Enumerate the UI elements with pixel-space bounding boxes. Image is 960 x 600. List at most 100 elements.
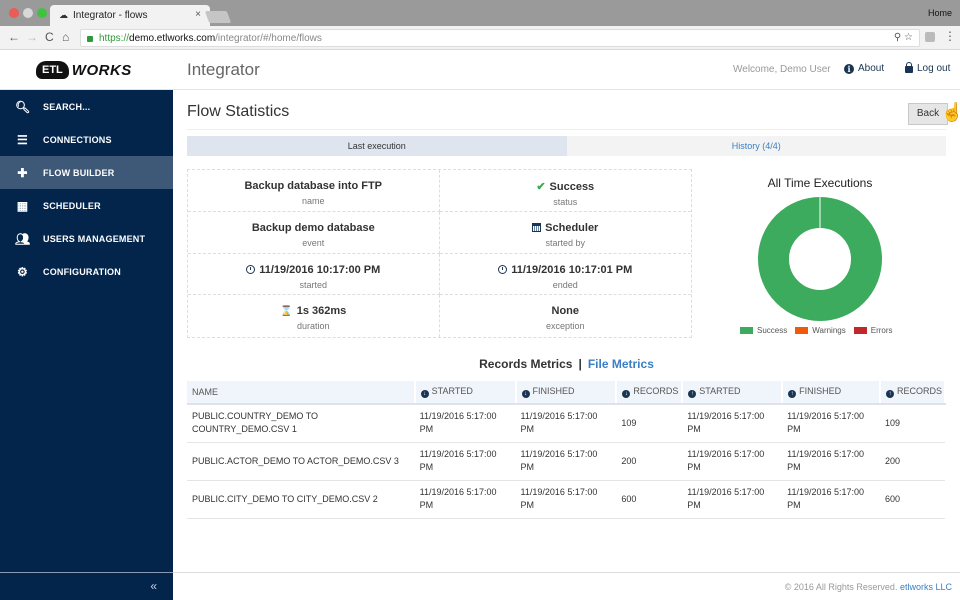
logo-mark: ETL [36,61,69,79]
stat-value: 11/19/2016 10:17:01 PM [511,264,632,276]
profile-label[interactable]: Home [928,8,952,18]
page-title: Flow Statistics [187,103,289,121]
stat-value: None [552,305,580,317]
close-window-button[interactable] [9,8,19,18]
table-cell: PUBLIC.CITY_DEMO TO CITY_DEMO.CSV 2 [187,480,415,518]
arrow-down-circle-icon: ↓ [622,390,630,398]
stat-value: Scheduler [545,222,598,234]
column-header-started[interactable]: ↓STARTED [415,381,516,404]
column-header-records[interactable]: ↓RECORDS [616,381,682,404]
stat-label: started [188,280,439,290]
chart-title: All Time Executions [700,176,940,190]
etlworks-logo[interactable]: ETL WORKS [36,59,132,81]
calendar-icon [532,223,541,232]
column-header-started[interactable]: ↑STARTED [682,381,782,404]
table-row[interactable]: PUBLIC.CITY_DEMO TO CITY_DEMO.CSV 211/19… [187,480,945,518]
arrow-up-circle-icon: ↑ [788,390,796,398]
stat-value: 1s 362ms [297,305,347,317]
bookmark-star-icon[interactable]: ⚲ ☆ [894,32,913,43]
tab-last-execution[interactable]: Last execution [187,136,567,156]
sidebar-item-flow-builder[interactable]: ✚ FLOW BUILDER [0,156,173,189]
collapse-sidebar-icon[interactable]: « [150,579,157,593]
legend-item-errors[interactable]: Errors [854,326,893,335]
address-bar[interactable]: https:// demo.etlworks.com /integrator/#… [80,29,920,47]
about-link[interactable]: i About [844,63,884,74]
table-cell: 11/19/2016 5:17:00 PM [415,480,516,518]
sidebar-item-label: SCHEDULER [43,201,101,211]
logout-link[interactable]: Log out [905,63,950,74]
column-header-records[interactable]: ↑RECORDS [880,381,945,404]
legend-label: Errors [871,326,893,335]
executions-donut-chart [757,196,883,322]
back-arrow-icon[interactable]: ← [8,30,20,44]
legend-item-success[interactable]: Success [740,326,787,335]
minimize-window-button[interactable] [23,8,33,18]
column-header-finished[interactable]: ↑FINISHED [782,381,880,404]
stat-exception: None exception [440,295,692,337]
table-cell: 11/19/2016 5:17:00 PM [782,404,880,442]
copyright-text: © 2016 All Rights Reserved. [785,582,898,592]
extension-icon[interactable] [925,32,935,42]
tab-close-icon[interactable]: × [195,9,201,20]
sidebar-item-label: CONFIGURATION [43,267,121,277]
tab-history[interactable]: History (4/4) [567,136,947,156]
table-cell: 200 [880,442,945,480]
browser-tab[interactable]: ☁ Integrator - flows × [50,5,210,26]
table-row[interactable]: PUBLIC.COUNTRY_DEMO TO COUNTRY_DEMO.CSV … [187,404,945,442]
file-metrics-tab[interactable]: File Metrics [588,357,654,371]
stat-started-by: Scheduler started by [440,212,692,254]
arrow-up-circle-icon: ↑ [688,390,696,398]
about-label: About [858,63,884,74]
table-row[interactable]: PUBLIC.ACTOR_DEMO TO ACTOR_DEMO.CSV 311/… [187,442,945,480]
sidebar-item-users-management[interactable]: 👥︎ USERS MANAGEMENT [0,222,173,255]
table-cell: 11/19/2016 5:17:00 PM [415,404,516,442]
arrow-up-circle-icon: ↑ [886,390,894,398]
browser-toolbar: ← → C ⌂ https:// demo.etlworks.com /inte… [0,26,960,50]
browser-tab-bar: ☁ Integrator - flows × Home [0,0,960,26]
stat-value: Backup database into FTP [244,180,382,192]
table-cell: 600 [880,480,945,518]
browser-menu-icon[interactable]: ⋮ [944,29,956,43]
stat-label: duration [188,321,439,331]
column-header-label: NAME [192,387,218,397]
stat-value: 11/19/2016 10:17:00 PM [259,264,380,276]
sidebar-item-configuration[interactable]: ⚙ CONFIGURATION [0,255,173,288]
url-host: demo.etlworks.com [129,33,215,44]
sidebar-item-label: USERS MANAGEMENT [43,234,145,244]
sidebar-item-connections[interactable]: ☰ CONNECTIONS [0,123,173,156]
new-tab-button[interactable] [205,11,231,23]
arrow-down-circle-icon: ↓ [421,390,429,398]
metrics-heading: Records Metrics|File Metrics [187,357,946,371]
maximize-window-button[interactable] [37,8,47,18]
stat-label: started by [440,238,692,248]
stat-label: ended [440,280,692,290]
reload-icon[interactable]: C [45,30,54,44]
home-icon[interactable]: ⌂ [62,30,69,44]
table-body: PUBLIC.COUNTRY_DEMO TO COUNTRY_DEMO.CSV … [187,404,945,518]
browser-tab-title: Integrator - flows [73,10,147,21]
stat-name: Backup database into FTP name [188,170,440,212]
column-header-name[interactable]: NAME [187,381,415,404]
legend-item-warnings[interactable]: Warnings [795,326,846,335]
hourglass-icon: ⌛ [280,306,292,317]
column-header-label: RECORDS [897,386,942,396]
sidebar-item-label: CONNECTIONS [43,135,112,145]
database-icon: ☰ [15,133,30,147]
forward-arrow-icon[interactable]: → [26,30,38,44]
legend-swatch [854,327,867,334]
sidebar-item-search[interactable]: 🔍︎ SEARCH... [0,90,173,123]
execution-stats: Backup database into FTP name ✔Success s… [187,169,692,338]
check-icon: ✔ [536,180,545,193]
chart-legend: Success Warnings Errors [740,326,901,335]
execution-tabs: Last execution History (4/4) [187,136,946,156]
table-cell: 109 [616,404,682,442]
puzzle-icon: ✚ [15,166,30,180]
column-header-finished[interactable]: ↓FINISHED [516,381,617,404]
column-header-label: STARTED [432,386,473,396]
records-metrics-tab[interactable]: Records Metrics [479,357,572,371]
company-link[interactable]: etlworks LLC [900,582,952,592]
table-header-row: NAME↓STARTED↓FINISHED↓RECORDS↑STARTED↑FI… [187,381,945,404]
sidebar-item-scheduler[interactable]: ▦ SCHEDULER [0,189,173,222]
stat-label: exception [440,321,692,331]
clock-icon [246,265,255,274]
